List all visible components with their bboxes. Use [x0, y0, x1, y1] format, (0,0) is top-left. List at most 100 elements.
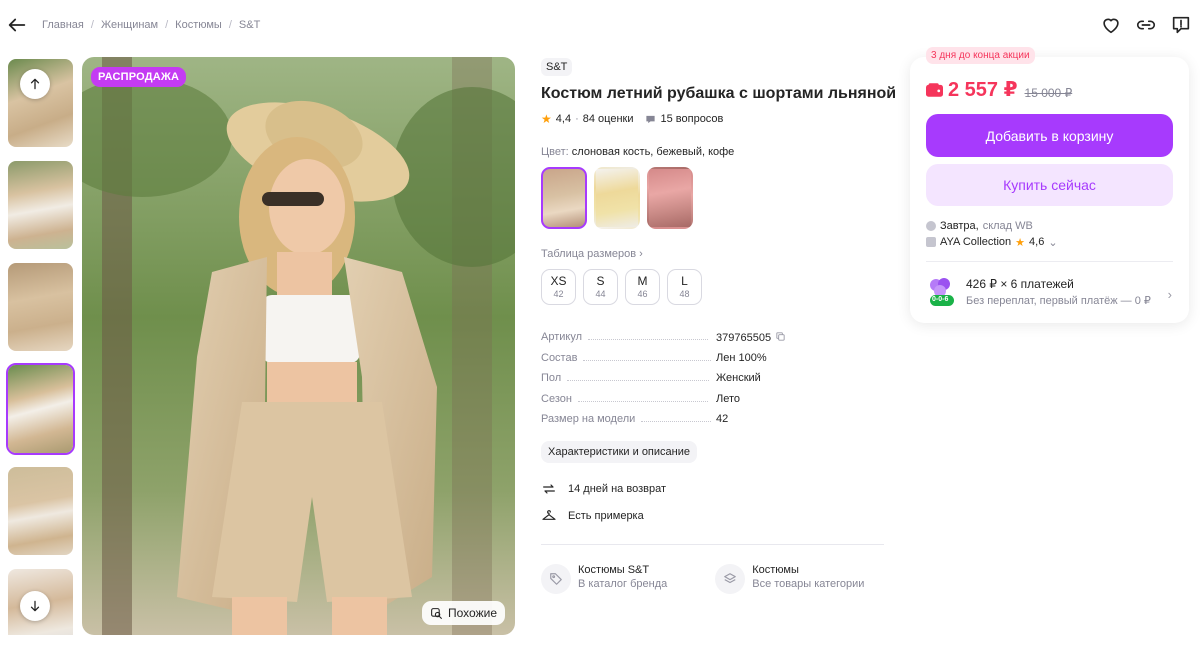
main-product-photo[interactable]: РАСПРОДАЖА Похожие	[82, 57, 515, 635]
color-label: Цвет:	[541, 146, 569, 158]
similar-button[interactable]: Похожие	[422, 601, 505, 625]
color-value: слоновая кость, бежевый, кофе	[571, 146, 735, 158]
size-ru: 46	[637, 289, 648, 299]
spec-value: Лен 100%	[716, 351, 767, 364]
spec-key: Пол	[541, 372, 562, 385]
rating-value: 4,4	[555, 113, 572, 125]
seller-name[interactable]: AYA Collection	[940, 236, 1011, 248]
thumbnail-selected[interactable]	[6, 363, 75, 455]
thumbnail[interactable]	[6, 261, 75, 353]
return-arrows-icon	[543, 484, 555, 494]
size-option[interactable]: M 46	[625, 269, 660, 305]
promo-badge: 3 дня до конца акции	[926, 47, 1035, 64]
arrow-down-icon	[30, 600, 40, 612]
questions-count[interactable]: 15 вопросов	[660, 113, 723, 125]
installment-logo-icon: 0-0-6	[926, 275, 956, 309]
spec-row: Пол Женский	[541, 372, 886, 393]
add-to-cart-button[interactable]: Добавить в корзину	[926, 114, 1173, 157]
color-swatches	[541, 167, 886, 229]
heart-icon[interactable]	[1100, 14, 1122, 36]
breadcrumb-item-women[interactable]: Женщинам	[101, 19, 158, 31]
size-ru: 48	[679, 289, 690, 299]
thumbnail[interactable]	[6, 465, 75, 557]
thumbnails-down-button[interactable]	[20, 591, 50, 621]
characteristics-button[interactable]: Характеристики и описание	[541, 440, 697, 463]
size-table-link[interactable]: Таблица размеров ›	[541, 248, 886, 260]
color-swatch-beige[interactable]	[594, 167, 640, 229]
spec-row: Артикул 379765505	[541, 331, 886, 352]
spec-leader	[588, 339, 709, 340]
breadcrumb-separator: /	[90, 19, 94, 31]
link-icon[interactable]	[1135, 14, 1157, 36]
installment-badge: 0-0-6	[932, 296, 949, 303]
brand-tag[interactable]: S&T	[541, 58, 573, 76]
wallet-icon	[926, 82, 943, 97]
thumbnail[interactable]	[6, 159, 75, 251]
spec-key: Размер на модели	[541, 413, 636, 426]
breadcrumb-item-brand[interactable]: S&T	[239, 19, 260, 31]
spec-leader	[641, 421, 712, 423]
breadcrumb-item-home[interactable]: Главная	[42, 19, 84, 31]
delivery-line: Завтра, склад WB	[926, 218, 1058, 234]
chevron-down-icon[interactable]: ⌄	[1048, 236, 1057, 249]
spec-leader	[577, 400, 708, 402]
product-title: Костюм летний рубашка с шортами льняной	[541, 85, 897, 102]
size-label: S	[596, 274, 605, 288]
old-price: 15 000 ₽	[1024, 85, 1073, 100]
size-option[interactable]: S 44	[583, 269, 618, 305]
divider	[926, 261, 1173, 262]
current-price: 2 557 ₽	[926, 77, 1018, 102]
color-line: Цвет: слоновая кость, бежевый, кофе	[541, 146, 886, 158]
breadcrumb: Главная / Женщинам / Костюмы / S&T	[42, 19, 260, 31]
installment-title: 426 ₽ × 6 платежей	[966, 277, 1074, 291]
thumbnails-up-button[interactable]	[20, 69, 50, 99]
rating-row: ★ 4,4 · 84 оценки 15 вопросов	[541, 112, 886, 126]
fitting-feature-label: Есть примерка	[568, 509, 644, 522]
product-photo-illustration	[82, 57, 515, 635]
divider	[541, 543, 884, 545]
spec-key: Артикул	[541, 331, 583, 343]
spec-row: Размер на модели 42	[541, 413, 886, 434]
breadcrumb-separator: /	[228, 19, 232, 31]
brand-catalog-sub: В каталог бренда	[578, 577, 668, 590]
star-icon: ★	[1015, 236, 1026, 249]
breadcrumb-separator: /	[165, 19, 169, 31]
seller-rating: 4,6	[1029, 236, 1045, 248]
brand-catalog-title: Костюмы S&T	[578, 563, 650, 576]
spec-value: 42	[716, 413, 729, 426]
article-number[interactable]: 379765505	[716, 332, 771, 344]
report-icon[interactable]	[1170, 14, 1192, 36]
delivery-day: Завтра,	[940, 220, 979, 232]
installments-offer[interactable]: 0-0-6 426 ₽ × 6 платежей Без переплат, п…	[926, 275, 1176, 309]
buy-card: 3 дня до конца акции 2 557 ₽ 15 000 ₽ До…	[910, 47, 1189, 323]
color-swatch-coffee[interactable]	[647, 167, 693, 229]
delivery-warehouse: склад WB	[982, 220, 1033, 232]
back-arrow-icon[interactable]	[6, 14, 28, 36]
chevron-right-icon: ›	[1167, 287, 1172, 302]
seller-line[interactable]: AYA Collection ★ 4,6 ⌄	[926, 234, 1058, 250]
spec-row: Сезон Лето	[541, 393, 886, 414]
breadcrumb-item-suits[interactable]: Костюмы	[175, 19, 222, 31]
size-ru: 42	[553, 289, 564, 299]
size-option[interactable]: XS 42	[541, 269, 576, 305]
brand-catalog-link[interactable]: Костюмы S&T В каталог бренда	[541, 563, 668, 594]
buy-now-button[interactable]: Купить сейчас	[926, 164, 1173, 206]
return-feature-label: 14 дней на возврат	[568, 482, 666, 495]
questions-icon	[646, 115, 656, 123]
spec-value: Женский	[716, 372, 761, 385]
top-actions	[1100, 14, 1192, 36]
layers-icon	[715, 563, 746, 594]
product-info: S&T Костюм летний рубашка с шортами льня…	[541, 57, 897, 594]
hanger-icon	[542, 510, 556, 520]
reviews-count[interactable]: 84 оценки	[583, 113, 634, 125]
copy-icon[interactable]	[775, 331, 786, 342]
size-option[interactable]: L 48	[667, 269, 702, 305]
delivery-icon	[926, 221, 936, 231]
category-sub: Все товары категории	[752, 577, 865, 590]
spec-key: Состав	[541, 351, 578, 364]
spec-key: Сезон	[541, 392, 572, 405]
similar-search-icon	[431, 607, 442, 619]
category-link[interactable]: Костюмы Все товары категории	[715, 563, 865, 594]
color-swatch-ivory[interactable]	[541, 167, 587, 229]
spec-leader	[583, 359, 712, 361]
